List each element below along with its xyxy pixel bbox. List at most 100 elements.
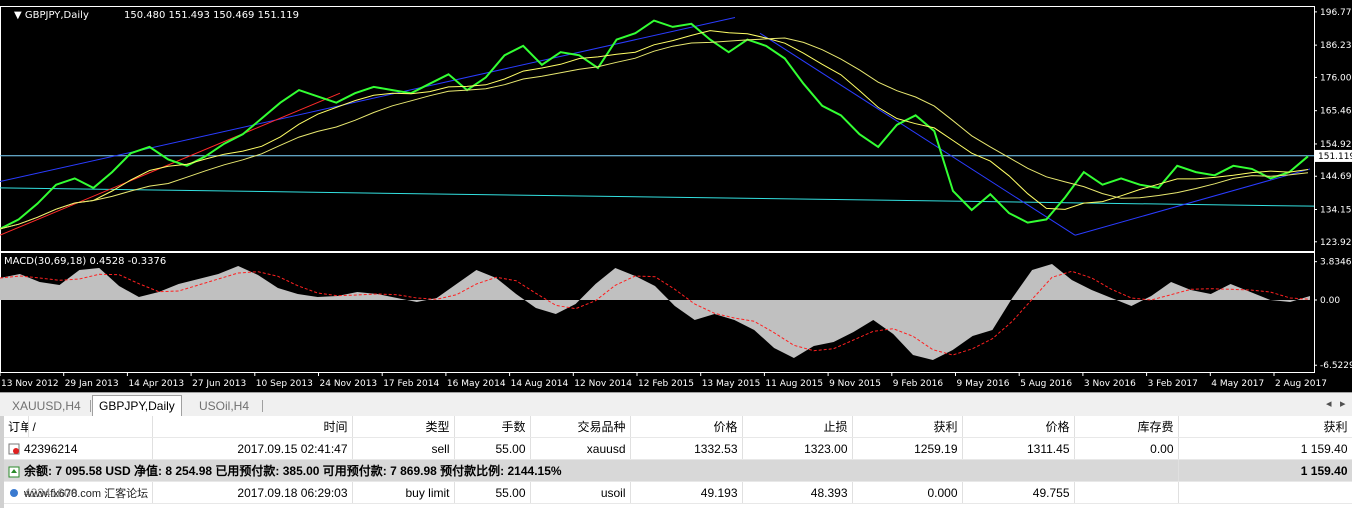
- price-tick-label: 123.920: [1320, 238, 1352, 248]
- order-profit: 1 159.40: [1178, 437, 1352, 460]
- moving-average-fast: [0, 30, 1309, 230]
- col-header-lots[interactable]: 手数: [454, 416, 531, 438]
- trendline-blue-down: [759, 32, 1076, 236]
- account-summary-text: 余额: 7 095.58 USD 净值: 8 254.98 已用预付款: 385…: [24, 464, 562, 478]
- pending-type: buy limit: [352, 481, 455, 504]
- date-tick-label: 3 Nov 2016: [1084, 379, 1136, 389]
- macd-indicator-label: MACD(30,69,18) 0.4528 -0.3376: [4, 256, 166, 267]
- date-tick-label: 24 Nov 2013: [320, 379, 378, 389]
- date-tick-label: 9 Nov 2015: [829, 379, 881, 389]
- price-tick-label: 186.235: [1320, 41, 1352, 51]
- date-tick-label: 11 Aug 2015: [765, 379, 823, 389]
- order-price: 1332.53: [630, 437, 743, 460]
- date-tick-label: 5 Aug 2016: [1020, 379, 1072, 389]
- account-summary-row[interactable]: 余额: 7 095.58 USD 净值: 8 254.98 已用预付款: 385…: [4, 459, 1352, 482]
- macd-histogram: [0, 264, 1310, 360]
- orders-table: 订单 / 时间 类型 手数 交易品种 价格 止损 获利 价格 库存费 获利 42…: [4, 416, 1352, 504]
- pending-price: 49.193: [630, 481, 743, 504]
- col-header-order[interactable]: 订单: [4, 416, 29, 438]
- pending-current-price: 49.755: [962, 481, 1075, 504]
- date-tick-label: 29 Jan 2013: [65, 379, 119, 389]
- date-tick-label: 16 May 2014: [447, 379, 506, 389]
- trendline-red-lower: [0, 92, 341, 236]
- col-header-time[interactable]: 时间: [152, 416, 353, 438]
- pending-sl: 48.393: [742, 481, 853, 504]
- price-tick-label: 176.000: [1320, 73, 1352, 83]
- date-tick-label: 9 May 2016: [957, 379, 1010, 389]
- price-tick-label: 134.150: [1320, 206, 1352, 216]
- order-time: 2017.09.15 02:41:47: [152, 437, 353, 460]
- macd-pane-frame: [0, 252, 1315, 373]
- price-tick-label: 165.465: [1320, 107, 1352, 117]
- current-price-label: 151.119: [1318, 152, 1352, 162]
- order-symbol: xauusd: [530, 437, 631, 460]
- col-header-current-price[interactable]: 价格: [962, 416, 1075, 438]
- order-row[interactable]: 42396214 2017.09.15 02:41:47 sell 55.00 …: [4, 437, 1352, 460]
- chart-ohlc-readout: 150.480 151.493 150.469 151.119: [124, 10, 299, 21]
- orders-header-row: 订单 / 时间 类型 手数 交易品种 价格 止损 获利 价格 库存费 获利: [4, 416, 1352, 438]
- pending-order-row[interactable]: 42341600 www.fx678.com 汇客论坛 2017.09.18 06…: [4, 481, 1352, 504]
- tab-separator: [262, 400, 263, 412]
- col-header-type[interactable]: 类型: [352, 416, 455, 438]
- price-tick-label: 196.770: [1320, 8, 1352, 18]
- col-header-tp[interactable]: 获利: [852, 416, 963, 438]
- price-chart[interactable]: 196.770 186.235 176.000 165.465 154.920 151.1…: [0, 0, 1352, 392]
- price-pane-frame: [0, 6, 1315, 252]
- date-tick-label: 14 Aug 2014: [511, 379, 569, 389]
- col-header-swap[interactable]: 库存费: [1074, 416, 1179, 438]
- col-header-sl[interactable]: 止损: [742, 416, 853, 438]
- trendline-blue-upper: [0, 16, 736, 183]
- date-tick-label: 3 Feb 2017: [1148, 379, 1198, 389]
- order-swap: 0.00: [1074, 437, 1179, 460]
- tab-xauusd-h4[interactable]: XAUUSD,H4: [6, 396, 87, 416]
- date-tick-label: 17 Feb 2014: [383, 379, 439, 389]
- terminal-trade-panel: 订单 / 时间 类型 手数 交易品种 价格 止损 获利 价格 库存费 获利 42…: [0, 416, 1352, 508]
- order-lots: 55.00: [454, 437, 531, 460]
- col-header-price[interactable]: 价格: [630, 416, 743, 438]
- chart-tab-bar: XAUUSD,H4 GBPJPY,Daily USOil,H4 ◂ ▸: [0, 392, 1352, 417]
- order-tp: 1259.19: [852, 437, 963, 460]
- pending-swap: [1074, 481, 1179, 504]
- date-tick-label: 13 Nov 2012: [1, 379, 59, 389]
- pending-tp: 0.000: [852, 481, 963, 504]
- pending-profit: [1178, 481, 1352, 504]
- price-line: [0, 19, 1309, 230]
- pending-lots: 55.00: [454, 481, 531, 504]
- date-tick-label: 12 Nov 2014: [574, 379, 632, 389]
- date-tick-label: 14 Apr 2013: [128, 379, 184, 389]
- tab-separator: [90, 400, 91, 412]
- account-summary-cell: 余额: 7 095.58 USD 净值: 8 254.98 已用预付款: 385…: [4, 459, 1179, 482]
- macd-tick-label: 3.8346: [1320, 258, 1352, 268]
- order-type: sell: [352, 437, 455, 460]
- tab-usoil-h4[interactable]: USOil,H4: [193, 396, 255, 416]
- price-tick-label: 144.690: [1320, 172, 1352, 182]
- order-sl: 1323.00: [742, 437, 853, 460]
- moving-average-slow: [0, 37, 1309, 230]
- date-tick-label: 9 Feb 2016: [893, 379, 944, 389]
- balance-icon: [8, 466, 20, 478]
- pending-order-icon: [10, 489, 18, 498]
- pending-order-cell: 42341600 www.fx678.com 汇客论坛: [4, 481, 153, 504]
- account-total-profit: 1 159.40: [1178, 459, 1352, 482]
- watermark-text: www.fx678.com 汇客论坛: [24, 488, 149, 500]
- macd-tick-label: -6.5229: [1320, 361, 1352, 371]
- chart-canvas[interactable]: 196.770 186.235 176.000 165.465 154.920 151.1…: [0, 0, 1352, 392]
- date-tick-label: 12 Feb 2015: [638, 379, 694, 389]
- order-cell: 42396214: [4, 437, 153, 460]
- order-current-price: 1311.45: [962, 437, 1075, 460]
- tab-scroll-left-icon[interactable]: ◂: [1326, 397, 1332, 410]
- chart-symbol-label: ▼ GBPJPY,Daily: [14, 10, 89, 21]
- tab-scroll-right-icon[interactable]: ▸: [1340, 397, 1346, 410]
- col-header-symbol[interactable]: 交易品种: [530, 416, 631, 438]
- pending-time: 2017.09.18 06:29:03: [152, 481, 353, 504]
- col-header-profit[interactable]: 获利: [1178, 416, 1352, 438]
- date-tick-label: 4 May 2017: [1211, 379, 1264, 389]
- pending-symbol: usoil: [530, 481, 631, 504]
- date-tick-label: 13 May 2015: [702, 379, 761, 389]
- order-id: 42396214: [24, 441, 78, 456]
- price-tick-label: 154.920: [1320, 140, 1352, 150]
- date-tick-label: 10 Sep 2013: [256, 379, 313, 389]
- sell-order-icon: [8, 443, 20, 455]
- tab-gbpjpy-daily[interactable]: GBPJPY,Daily: [92, 395, 182, 417]
- col-header-sort[interactable]: /: [28, 416, 153, 438]
